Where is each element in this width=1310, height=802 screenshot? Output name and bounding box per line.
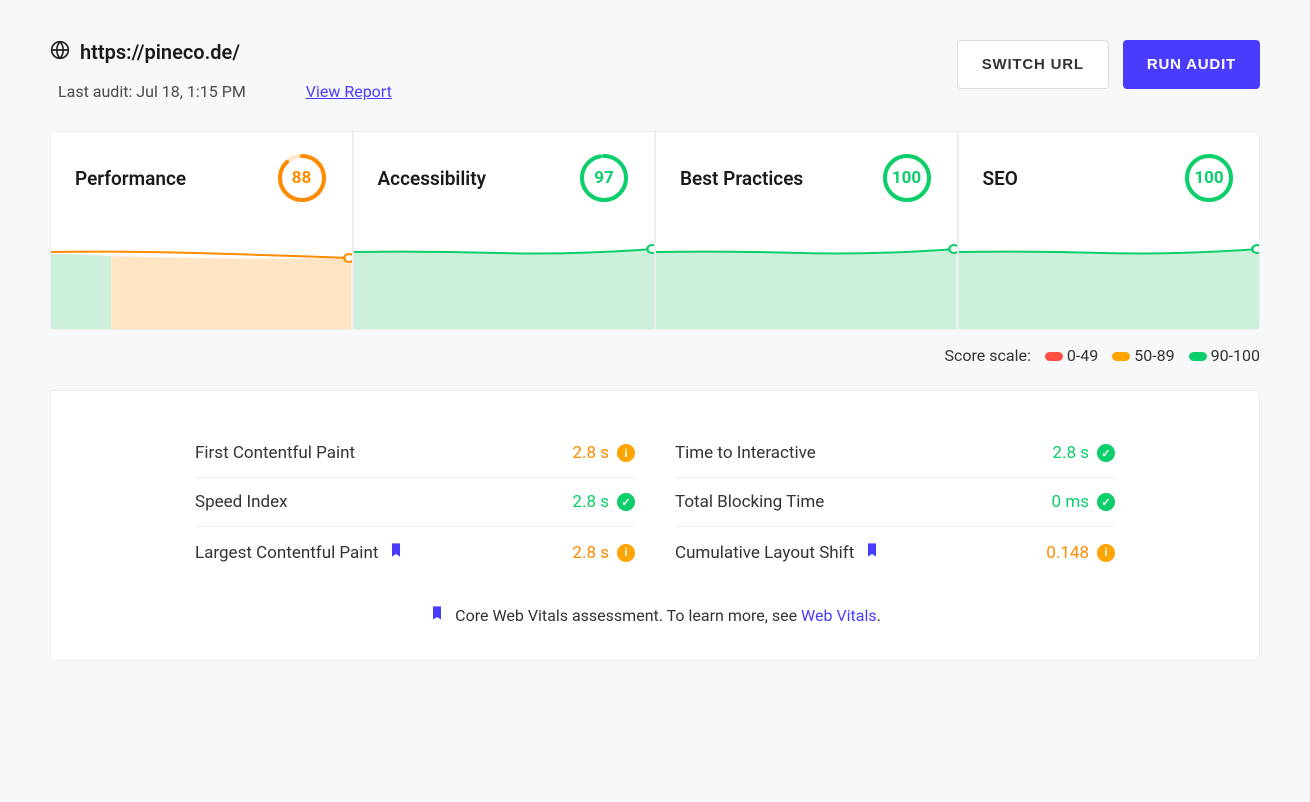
score-value: 88 [276,152,328,204]
footer-text-end: . [877,606,881,625]
check-icon: ✓ [1097,444,1115,462]
info-icon: i [1097,544,1115,562]
card-title: Best Practices [680,167,803,190]
metric-row: Speed Index 2.8 s ✓ [195,478,635,527]
sparkline [959,234,1260,329]
sparkline [51,234,352,329]
metric-label: Speed Index [195,492,288,512]
metric-value: 2.8 s [572,492,609,512]
bookmark-icon [864,541,880,564]
metric-label: First Contentful Paint [195,443,355,463]
info-icon: i [617,544,635,562]
globe-icon [50,40,70,64]
score-ring: 100 [1183,152,1235,204]
sparkline [354,234,655,329]
metric-value: 0.148 [1046,543,1089,563]
metric-row: Largest Contentful Paint 2.8 s i [195,527,635,578]
score-value: 97 [578,152,630,204]
metric-value: 2.8 s [1052,443,1089,463]
score-ring: 100 [881,152,933,204]
legend-range-fail: 0-49 [1067,346,1098,365]
legend-label: Score scale: [945,346,1031,365]
score-ring: 88 [276,152,328,204]
check-icon: ✓ [1097,493,1115,511]
score-ring: 97 [578,152,630,204]
metric-label: Largest Contentful Paint [195,543,378,563]
metric-row: First Contentful Paint 2.8 s i [195,429,635,478]
web-vitals-link[interactable]: Web Vitals [801,606,877,625]
check-icon: ✓ [617,493,635,511]
metric-value: 0 ms [1052,492,1089,512]
bookmark-icon [388,541,404,564]
legend-range-average: 50-89 [1134,346,1174,365]
card-title: Performance [75,167,186,190]
switch-url-button[interactable]: SWITCH URL [957,40,1109,89]
view-report-link[interactable]: View Report [306,82,392,101]
legend-range-pass: 90-100 [1211,346,1260,365]
score-card-accessibility[interactable]: Accessibility 97 [354,132,655,329]
score-card-best-practices[interactable]: Best Practices 100 [656,132,957,329]
score-value: 100 [1183,152,1235,204]
metric-label: Time to Interactive [675,443,816,463]
metric-row: Total Blocking Time 0 ms ✓ [675,478,1115,527]
metric-row: Time to Interactive 2.8 s ✓ [675,429,1115,478]
metric-label: Cumulative Layout Shift [675,543,854,563]
sparkline [656,234,957,329]
last-audit-label: Last audit: Jul 18, 1:15 PM [58,82,246,101]
metric-value: 2.8 s [572,543,609,563]
card-title: SEO [983,167,1018,190]
score-value: 100 [881,152,933,204]
score-card-performance[interactable]: Performance 88 [51,132,352,329]
run-audit-button[interactable]: RUN AUDIT [1123,40,1260,89]
score-scale-legend: Score scale: 0-49 50-89 90-100 [50,346,1260,365]
footer-text: Core Web Vitals assessment. To learn mor… [455,606,801,625]
bookmark-icon [429,604,445,626]
metric-value: 2.8 s [572,443,609,463]
info-icon: i [617,444,635,462]
score-card-seo[interactable]: SEO 100 [959,132,1260,329]
metric-row: Cumulative Layout Shift 0.148 i [675,527,1115,578]
card-title: Accessibility [378,167,487,190]
metric-label: Total Blocking Time [675,492,824,512]
audit-url: https://pineco.de/ [80,40,240,64]
score-cards: Performance 88 Accessibility [50,131,1260,330]
metrics-panel: First Contentful Paint 2.8 s i Speed Ind… [50,390,1260,661]
